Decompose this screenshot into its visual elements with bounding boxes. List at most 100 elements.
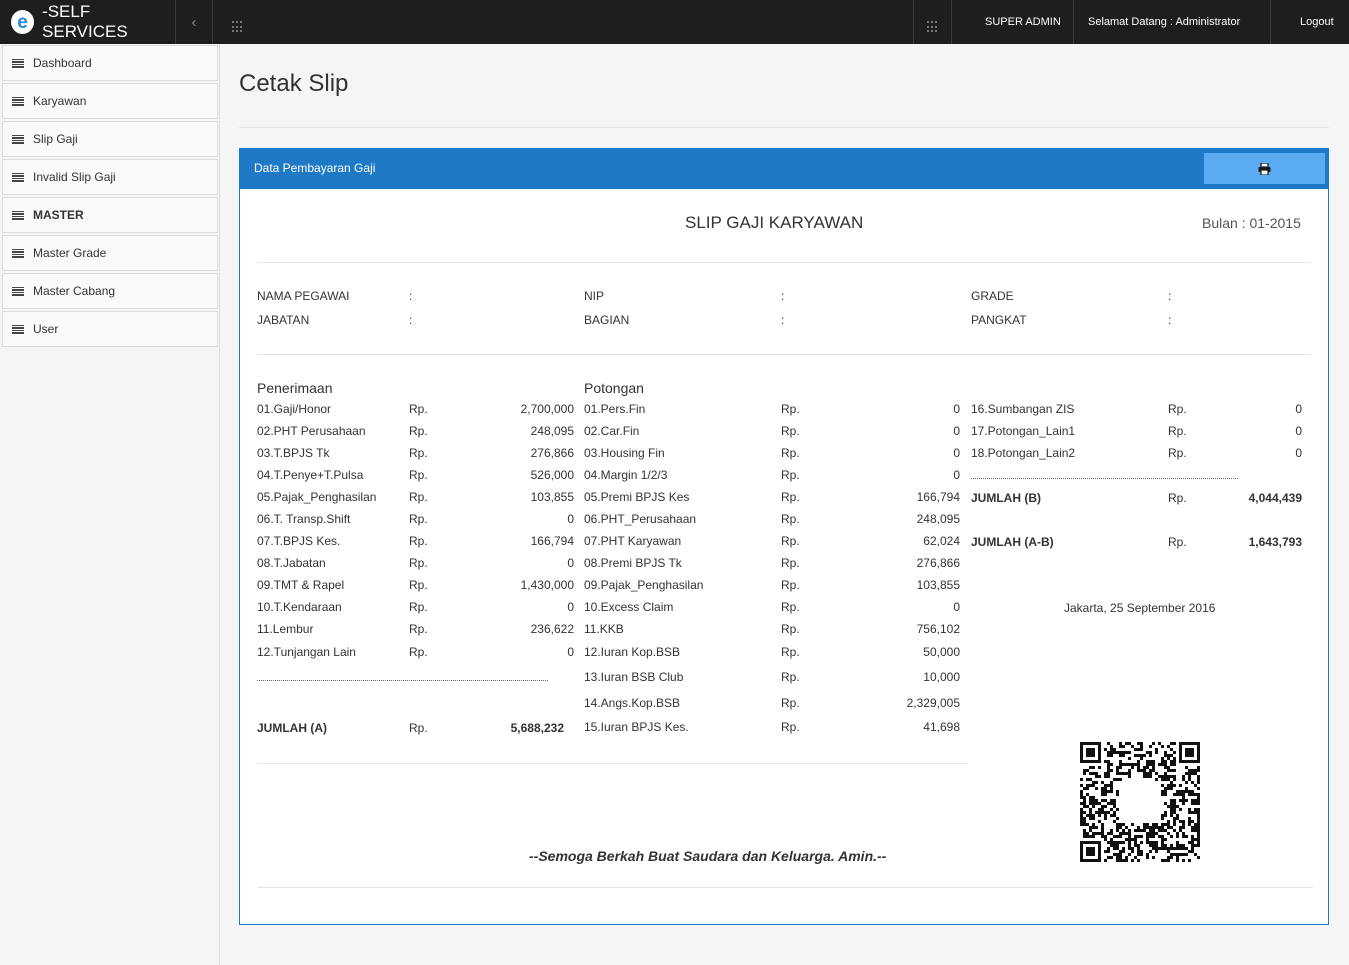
welcome-text: Selamat Datang : Administrator [1088, 16, 1241, 28]
row-label: 14.Angs.Kop.BSB [584, 696, 681, 710]
row-value: 50,000 [923, 645, 960, 659]
potongan-heading: Potongan [584, 380, 644, 396]
row-value: 166,794 [530, 534, 574, 548]
apps-grid-icon[interactable] [232, 21, 244, 33]
currency: Rp. [781, 424, 800, 438]
row-label: 01.Gaji/Honor [257, 402, 332, 416]
currency: Rp. [409, 424, 428, 438]
divider [913, 0, 914, 44]
panel-header: Data Pembayaran Gaji [240, 149, 1328, 189]
row-value: 10,000 [923, 670, 960, 684]
currency: Rp. [409, 578, 428, 592]
currency: Rp. [781, 696, 800, 710]
row-value: 248,095 [916, 512, 960, 526]
place-date: Jakarta, 25 September 2016 [1064, 601, 1216, 615]
currency: Rp. [781, 622, 800, 636]
row-value: 0 [567, 600, 574, 614]
divider [1073, 0, 1074, 44]
row-label: 03.Housing Fin [584, 446, 665, 460]
sidebar-item-invalid-slip-gaji[interactable]: Invalid Slip Gaji [2, 159, 218, 195]
row-value: 0 [953, 402, 960, 416]
currency: Rp. [781, 512, 800, 526]
divider [257, 262, 1311, 263]
currency: Rp. [409, 622, 428, 636]
list-icon [12, 324, 24, 334]
sidebar-item-label: Invalid Slip Gaji [33, 170, 116, 184]
nama-pegawai-label: NAMA PEGAWAI [257, 289, 350, 303]
row-label: 02.PHT Perusahaan [257, 424, 366, 438]
sidebar-item-user[interactable]: User [2, 311, 218, 347]
row-label: 08.T.Jabatan [257, 556, 326, 570]
qr-code-icon [1080, 742, 1200, 862]
colon: : [409, 313, 413, 327]
row-label: 11.Lembur [257, 622, 314, 636]
row-value: 62,024 [923, 534, 960, 548]
row-label: 15.Iuran BPJS Kes. [584, 720, 689, 734]
row-label: 10.T.Kendaraan [257, 600, 342, 614]
sidebar-item-slip-gaji[interactable]: Slip Gaji [2, 121, 218, 157]
apps-grid-icon-right[interactable] [927, 21, 939, 33]
row-label: 18.Potongan_Lain2 [971, 446, 1076, 460]
sidebar-item-master[interactable]: MASTER [2, 197, 218, 233]
row-label: 04.T.Penye+T.Pulsa [257, 468, 364, 482]
currency: Rp. [781, 446, 800, 460]
user-role-link[interactable]: SUPER ADMIN [985, 0, 1061, 44]
row-label: 17.Potongan_Lain1 [971, 424, 1076, 438]
chevron-left-icon: ‹ [191, 13, 197, 31]
row-label: 13.Iuran BSB Club [584, 670, 684, 684]
currency: Rp. [1168, 535, 1187, 549]
colon: : [781, 289, 785, 303]
currency: Rp. [1168, 402, 1187, 416]
row-label: 12.Iuran Kop.BSB [584, 645, 681, 659]
row-value: 276,866 [916, 556, 960, 570]
row-label: 11.KKB [584, 622, 624, 636]
logout-link[interactable]: Logout [1300, 0, 1334, 44]
currency: Rp. [781, 670, 800, 684]
row-value: 1,430,000 [520, 578, 574, 592]
row-label: 04.Margin 1/2/3 [584, 468, 668, 482]
currency: Rp. [409, 512, 428, 526]
row-value: 236,622 [530, 622, 574, 636]
sidebar-item-label: Dashboard [33, 56, 92, 70]
grade-label: GRADE [971, 289, 1014, 303]
row-value: 0 [1295, 402, 1302, 416]
currency: Rp. [409, 721, 428, 735]
slip-period: Bulan : 01-2015 [1202, 215, 1301, 231]
colon: : [1168, 289, 1172, 303]
bagian-label: BAGIAN [584, 313, 630, 327]
divider [1270, 0, 1271, 44]
row-value: 0 [953, 600, 960, 614]
row-value: 2,329,005 [906, 696, 960, 710]
row-label: 02.Car.Fin [584, 424, 640, 438]
currency: Rp. [409, 402, 428, 416]
sidebar-item-master-grade[interactable]: Master Grade [2, 235, 218, 271]
sidebar-item-karyawan[interactable]: Karyawan [2, 83, 218, 119]
sidebar-item-master-cabang[interactable]: Master Cabang [2, 273, 218, 309]
print-button[interactable] [1204, 153, 1325, 184]
currency: Rp. [409, 534, 428, 548]
row-label: 06.T. Transp.Shift [257, 512, 351, 526]
jumlah-ab-value: 1,643,793 [1248, 535, 1302, 549]
colon: : [409, 289, 413, 303]
row-label: 03.T.BPJS Tk [257, 446, 330, 460]
row-value: 0 [567, 512, 574, 526]
page-title: Cetak Slip [239, 70, 349, 97]
row-label: 08.Premi BPJS Tk [584, 556, 682, 570]
row-value: 0 [953, 424, 960, 438]
sidebar-collapse-button[interactable]: ‹ [176, 0, 212, 44]
row-value: 276,866 [530, 446, 574, 460]
divider [951, 0, 952, 44]
jumlah-a-value: 5,688,232 [510, 721, 564, 735]
brand-title: -SELF SERVICES [42, 2, 128, 41]
sidebar-item-label: Master Grade [33, 246, 107, 260]
row-value: 0 [953, 468, 960, 482]
brand[interactable]: e -SELF SERVICES [0, 0, 175, 44]
currency: Rp. [781, 600, 800, 614]
currency: Rp. [781, 578, 800, 592]
currency: Rp. [1168, 424, 1187, 438]
currency: Rp. [781, 534, 800, 548]
sidebar-item-label: Slip Gaji [33, 132, 78, 146]
sidebar-item-label: User [33, 322, 59, 336]
currency: Rp. [409, 446, 428, 460]
sidebar-item-dashboard[interactable]: Dashboard [2, 45, 218, 81]
